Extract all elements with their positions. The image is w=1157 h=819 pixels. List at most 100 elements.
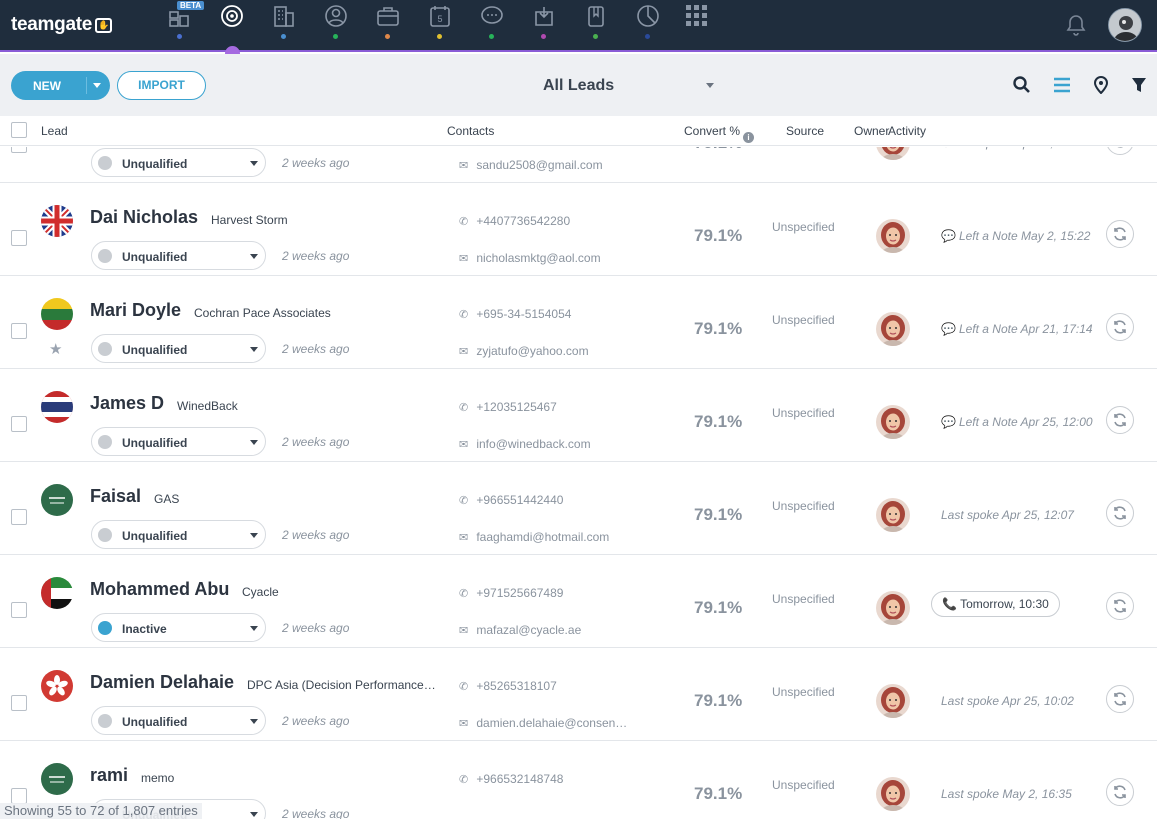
header-owner[interactable]: Owner	[854, 124, 889, 138]
table-row[interactable]: A G Company Unqualified 2 weeks ago ✆ +4…	[0, 147, 1157, 183]
list-view-icon[interactable]	[1053, 76, 1073, 96]
status-dropdown[interactable]: Inactive	[91, 613, 266, 642]
phone-contact[interactable]: ✆ +4407736542280	[459, 214, 570, 228]
email-contact[interactable]: ✉ info@winedback.com	[459, 437, 591, 451]
lead-company[interactable]: Cochran Pace Associates	[194, 306, 331, 320]
search-icon[interactable]	[1013, 76, 1033, 96]
lead-name[interactable]: Mari Doyle	[90, 300, 181, 321]
email-contact[interactable]: ✉ faaghamdi@hotmail.com	[459, 530, 609, 544]
user-avatar[interactable]	[1108, 8, 1142, 42]
scheduled-call-pill[interactable]: 📞 Tomorrow, 10:30	[931, 591, 1060, 617]
lead-name[interactable]: rami	[90, 765, 128, 786]
convert-refresh-icon[interactable]	[1106, 220, 1134, 248]
convert-refresh-icon[interactable]	[1106, 406, 1134, 434]
documents-icon[interactable]	[584, 4, 610, 30]
phone-contact[interactable]: ✆ +971525667489	[459, 586, 563, 600]
bell-icon[interactable]	[1066, 14, 1086, 41]
phone-contact[interactable]: ✆ +85265318107	[459, 679, 557, 693]
reports-pie-icon[interactable]	[636, 4, 662, 30]
status-dropdown[interactable]: Unqualified	[91, 241, 266, 270]
phone-contact[interactable]: ✆ +12035125467	[459, 400, 557, 414]
star-icon[interactable]: ★	[49, 340, 62, 358]
owner-avatar[interactable]	[876, 405, 910, 439]
table-row[interactable]: ★ Mari Doyle Cochran Pace Associates Unq…	[0, 276, 1157, 369]
phone-contact[interactable]: ✆ +966551442440	[459, 493, 563, 507]
row-checkbox[interactable]	[11, 323, 27, 339]
table-row[interactable]: Faisal GAS Unqualified 2 weeks ago ✆ +96…	[0, 462, 1157, 555]
convert-refresh-icon[interactable]	[1106, 778, 1134, 806]
email-contact[interactable]: ✉ nicholasmktg@aol.com	[459, 251, 601, 265]
email-contact[interactable]: ✉ damien.delahaie@consensus.com	[459, 716, 629, 730]
info-icon[interactable]: i	[743, 132, 755, 143]
teamgate-logo[interactable]: teamgate ✋	[11, 14, 113, 36]
people-icon[interactable]	[324, 4, 350, 30]
lead-view-selector[interactable]: All Leads	[543, 77, 614, 95]
lead-name[interactable]: Mohammed Abu	[90, 579, 229, 600]
row-checkbox[interactable]	[11, 788, 27, 804]
import-button[interactable]: IMPORT	[117, 71, 206, 100]
lead-name[interactable]: Damien Delahaie	[90, 672, 234, 693]
map-pin-icon[interactable]	[1093, 75, 1113, 96]
owner-avatar[interactable]	[876, 777, 910, 811]
status-dropdown[interactable]: Unqualified	[91, 427, 266, 456]
calendar-icon[interactable]: 5	[428, 4, 454, 30]
header-activity[interactable]: Activity	[888, 124, 926, 138]
chevron-down-icon[interactable]	[706, 83, 714, 88]
convert-refresh-icon[interactable]	[1106, 685, 1134, 713]
inbox-icon[interactable]	[532, 4, 558, 30]
lead-company[interactable]: DPC Asia (Decision Performance Consultin…	[247, 678, 437, 692]
status-dropdown[interactable]: Unqualified	[91, 148, 266, 177]
owner-avatar[interactable]	[876, 219, 910, 253]
filter-icon[interactable]	[1131, 76, 1151, 96]
status-dot	[98, 249, 112, 263]
email-contact[interactable]: ✉ zyjatufo@yahoo.com	[459, 344, 589, 358]
deals-briefcase-icon[interactable]	[376, 4, 402, 30]
phone-contact[interactable]: ✆ +966532148748	[459, 772, 563, 786]
header-convert[interactable]: Convert % i	[684, 124, 755, 143]
row-checkbox[interactable]	[11, 509, 27, 525]
row-checkbox[interactable]	[11, 147, 27, 153]
email-contact[interactable]: ✉ mafazal@cyacle.ae	[459, 623, 581, 637]
row-checkbox[interactable]	[11, 695, 27, 711]
convert-refresh-icon[interactable]	[1106, 499, 1134, 527]
lead-company[interactable]: Cyacle	[242, 585, 279, 599]
row-checkbox[interactable]	[11, 416, 27, 432]
new-dropdown-caret-icon[interactable]	[93, 83, 101, 88]
convert-refresh-icon[interactable]	[1106, 592, 1134, 620]
convert-refresh-icon[interactable]	[1106, 313, 1134, 341]
status-dropdown[interactable]: Unqualified	[91, 706, 266, 735]
lead-company[interactable]: memo	[141, 771, 174, 785]
owner-avatar[interactable]	[876, 591, 910, 625]
new-button[interactable]: NEW	[11, 71, 110, 100]
header-lead[interactable]: Lead	[41, 124, 68, 138]
table-row[interactable]: Dai Nicholas Harvest Storm Unqualified 2…	[0, 183, 1157, 276]
email-contact[interactable]: ✉ sandu2508@gmail.com	[459, 158, 603, 172]
status-dropdown[interactable]: Unqualified	[91, 334, 266, 363]
table-row[interactable]: Mohammed Abu Cyacle Inactive 2 weeks ago…	[0, 555, 1157, 648]
lead-name[interactable]: Faisal	[90, 486, 141, 507]
companies-building-icon[interactable]	[272, 4, 298, 30]
row-checkbox[interactable]	[11, 602, 27, 618]
lead-name[interactable]: James D	[90, 393, 164, 414]
created-ago: 2 weeks ago	[282, 807, 350, 819]
table-row[interactable]: James D WinedBack Unqualified 2 weeks ag…	[0, 369, 1157, 462]
lead-company[interactable]: Harvest Storm	[211, 213, 288, 227]
header-source[interactable]: Source	[786, 124, 824, 138]
apps-grid-icon[interactable]	[685, 4, 711, 30]
owner-avatar[interactable]	[876, 147, 910, 160]
status-dropdown[interactable]: Unqualified	[91, 520, 266, 549]
row-checkbox[interactable]	[11, 230, 27, 246]
lead-company[interactable]: WinedBack	[177, 399, 238, 413]
table-row[interactable]: Damien Delahaie DPC Asia (Decision Perfo…	[0, 648, 1157, 741]
select-all-checkbox[interactable]	[11, 122, 27, 138]
phone-contact[interactable]: ✆ +695-34-5154054	[459, 307, 571, 321]
convert-refresh-icon[interactable]	[1106, 147, 1134, 155]
leads-target-icon[interactable]	[220, 4, 246, 30]
chat-icon[interactable]	[480, 4, 506, 30]
owner-avatar[interactable]	[876, 312, 910, 346]
owner-avatar[interactable]	[876, 684, 910, 718]
owner-avatar[interactable]	[876, 498, 910, 532]
lead-name[interactable]: Dai Nicholas	[90, 207, 198, 228]
lead-company[interactable]: GAS	[154, 492, 179, 506]
header-contacts[interactable]: Contacts	[447, 124, 494, 138]
